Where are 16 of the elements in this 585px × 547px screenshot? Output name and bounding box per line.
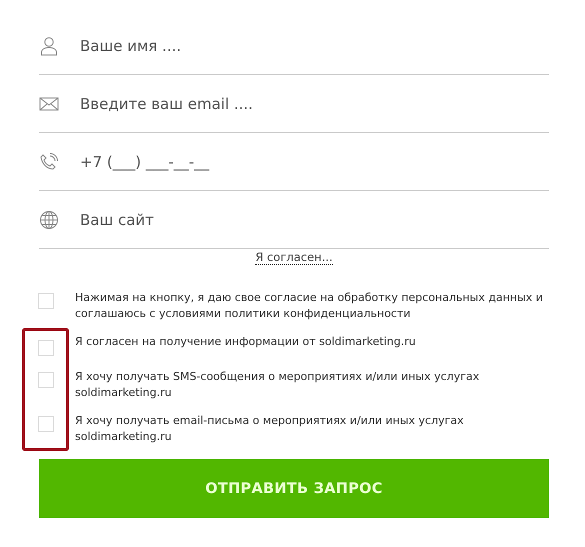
checkbox[interactable]: [38, 340, 54, 356]
phone-icon: [39, 152, 59, 172]
input-field[interactable]: Введите ваш email ....: [80, 94, 549, 112]
checkbox[interactable]: [38, 372, 54, 388]
checkbox-label: Я хочу получать SMS-сообщения о мероприятиях и/или иных услугах soldimarketing.ru: [74, 369, 480, 400]
input-field[interactable]: Ваш сайт: [80, 210, 549, 228]
consent-link[interactable]: Я согласен...: [255, 250, 333, 265]
checkbox-label: Я согласен на получение информации от soldimarketing.ru: [74, 334, 416, 350]
checkbox-label: Нажимая на кнопку, я даю свое согласие на обработку персональных данных и соглашаюсь с условиями политики конфиденциальности: [74, 290, 544, 322]
checkbox[interactable]: [38, 293, 54, 309]
globe-icon: [39, 210, 59, 230]
input-field[interactable]: Ваше имя ....: [80, 36, 549, 54]
person-icon: [39, 36, 59, 56]
checkbox-label: Я хочу получать email-письма о мероприятиях и/или иных услугах soldimarketing.ru: [74, 413, 465, 444]
checkbox[interactable]: [38, 416, 54, 432]
input-field[interactable]: +7 (___) ___-__-__: [80, 152, 549, 170]
